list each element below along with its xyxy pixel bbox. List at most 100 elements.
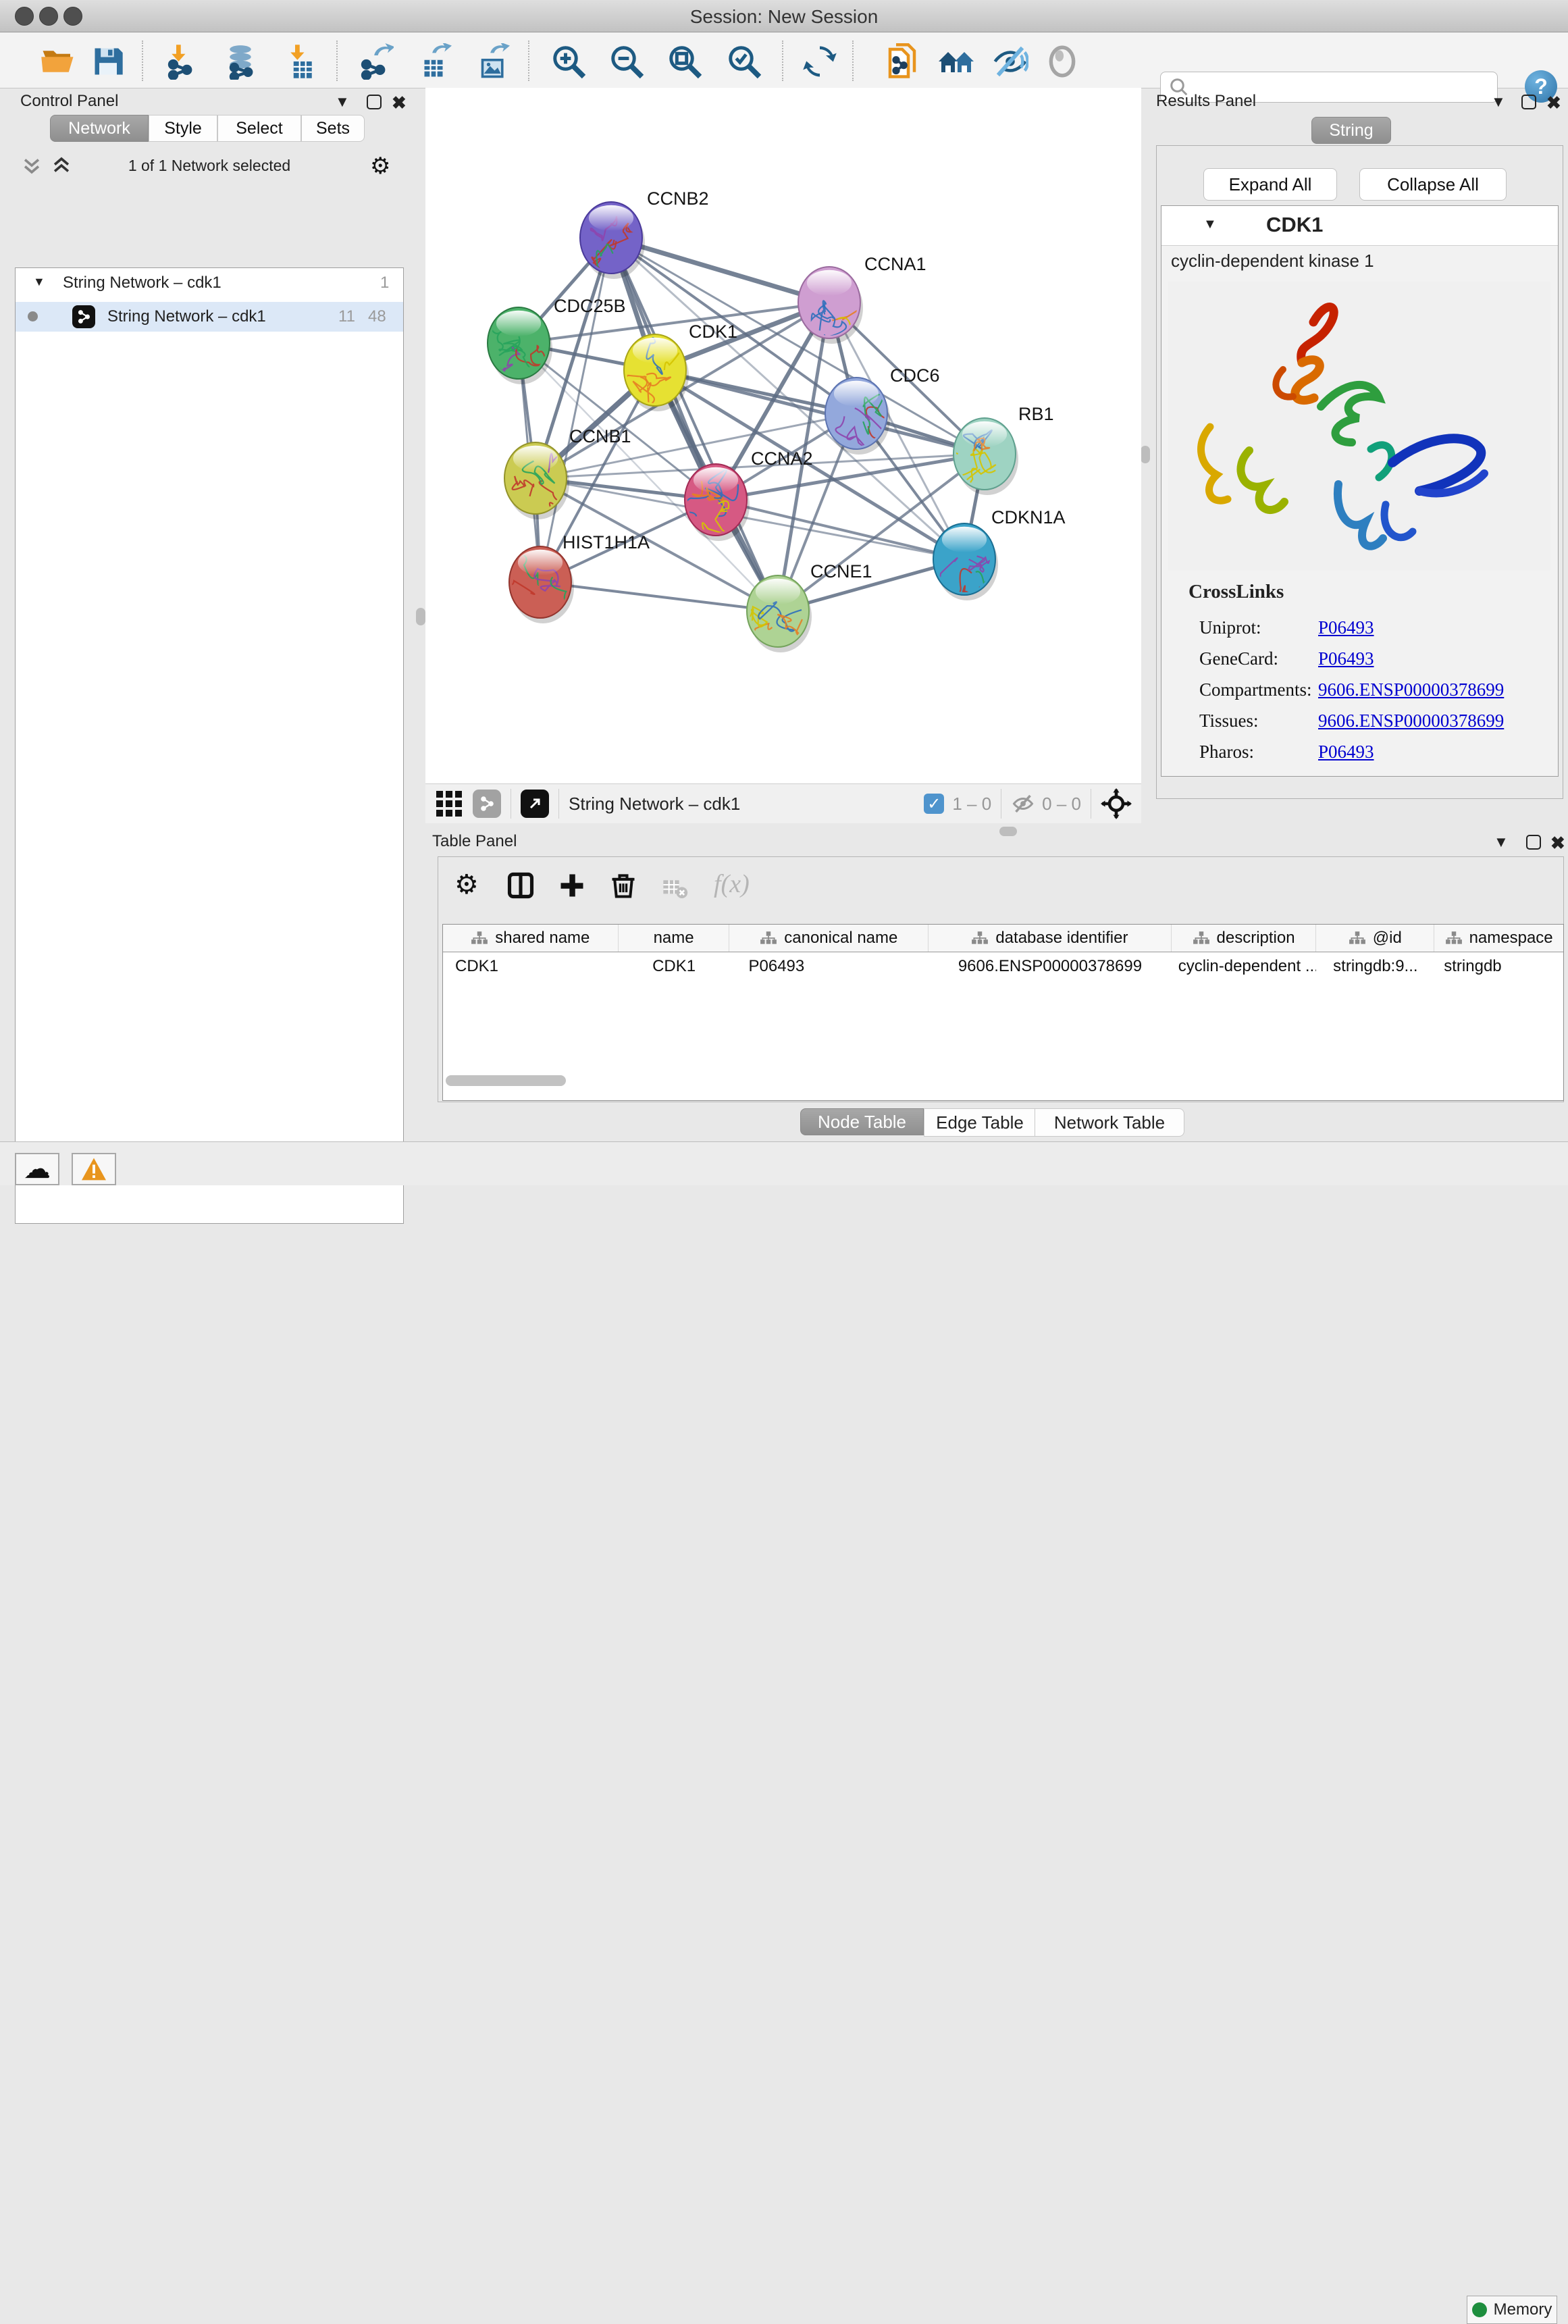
crosslinks-values: P06493 P06493 9606.ENSP00000378699 9606.… [1318,612,1504,767]
tab-network[interactable]: Network [50,115,149,142]
fit-selected-crosshair-icon[interactable] [1101,788,1132,819]
current-network-name: String Network – cdk1 [569,794,740,815]
zoom-fit-button[interactable] [666,43,704,80]
export-network-button[interactable] [357,43,394,80]
results-panel-float-icon[interactable] [1521,95,1536,109]
network-tree-root-row[interactable]: ▼ String Network – cdk1 1 [16,272,403,296]
selected-items-checkbox[interactable]: ✓ [924,794,944,814]
protein-header-row[interactable]: ▼ CDK1 [1161,206,1558,246]
tab-sets[interactable]: Sets [301,115,365,142]
import-network-from-database-button[interactable] [221,43,259,80]
pharos-link[interactable]: P06493 [1318,742,1374,762]
protein-description: cyclin-dependent kinase 1 [1171,251,1374,272]
node-label-HIST1H1A: HIST1H1A [563,532,650,552]
column-header-namespace[interactable]: namespace [1434,925,1563,952]
network-overview-icon[interactable] [473,790,501,818]
table-panel-float-icon[interactable] [1526,835,1541,850]
tab-network-table[interactable]: Network Table [1035,1108,1184,1137]
collapse-all-button[interactable]: Collapse All [1359,168,1507,201]
table-panel-title: Table Panel [432,832,517,851]
cloud-status-button[interactable]: ☁ [15,1153,59,1185]
memory-button[interactable]: Memory [1467,2296,1557,2324]
crosslinks-header: CrossLinks [1188,581,1558,603]
genecard-link[interactable]: P06493 [1318,648,1374,669]
column-header-description[interactable]: description [1172,925,1317,952]
network-node-CCNA2[interactable] [681,464,750,541]
node-table: shared name name canonical name database… [442,924,1564,1101]
network-node-CCNB2[interactable] [580,202,645,301]
network-label: String Network – cdk1 [107,307,266,326]
network-node-CCNA1[interactable] [798,267,888,355]
delete-column-trash-icon[interactable] [608,871,638,904]
save-session-button[interactable] [89,43,127,80]
delete-table-icon-disabled [661,875,688,905]
network-status-dot [28,311,38,321]
table-row[interactable]: CDK1 CDK1 P06493 9606.ENSP00000378699 cy… [443,952,1563,981]
column-header-database-identifier[interactable]: database identifier [929,925,1172,952]
compartments-link[interactable]: 9606.ENSP00000378699 [1318,679,1504,700]
left-splitter-handle[interactable] [416,608,425,625]
table-horizontal-scrollbar[interactable] [446,1075,566,1086]
tab-edge-table[interactable]: Edge Table [924,1108,1036,1137]
tissues-link[interactable]: 9606.ENSP00000378699 [1318,711,1504,731]
divider [558,789,559,819]
tab-style[interactable]: Style [149,115,217,142]
share-document-button[interactable] [883,43,921,80]
hide-unhide-icon[interactable] [991,43,1029,80]
home-networks-icon[interactable] [937,43,975,80]
network-edge-CCNB2-HIST1H1A[interactable] [540,238,611,582]
warnings-button[interactable] [72,1153,116,1185]
network-node-CDKN1A[interactable] [922,523,1007,618]
results-panel-close-icon[interactable]: ✖ [1546,94,1561,111]
memory-status-dot [1472,2302,1487,2317]
column-header-canonical-name[interactable]: canonical name [729,925,929,952]
control-panel-close-icon[interactable]: ✖ [392,94,407,111]
control-panel-float-icon[interactable] [367,95,382,109]
import-table-button[interactable] [282,43,320,80]
window-title: Session: New Session [0,6,1568,28]
collapse-triangle-icon[interactable]: ▼ [1203,217,1217,232]
network-node-CDC6[interactable] [825,378,907,455]
network-view-toolbar: String Network – cdk1 ✓ 1 – 0 0 – 0 [425,783,1141,823]
network-node-CCNE1[interactable] [727,575,812,652]
zoom-selected-button[interactable] [725,43,763,80]
tab-string[interactable]: String [1311,117,1391,144]
export-table-button[interactable] [415,43,452,80]
network-tree-row-selected[interactable]: String Network – cdk1 11 48 [16,302,403,332]
column-header-name[interactable]: name [619,925,730,952]
zoom-out-button[interactable] [608,43,646,80]
network-options-gear-icon[interactable]: ⚙ [370,153,390,180]
control-panel-menu-icon[interactable]: ▼ [335,95,350,109]
network-tree: ▼ String Network – cdk1 1 String Network… [15,267,404,1224]
network-canvas[interactable]: CCNB2CCNA1CDC25BCDK1CDC6RB1CCNB1CCNA2HIS… [425,88,1141,783]
network-edge-CCNB2-CCNE1[interactable] [611,238,778,611]
add-column-icon[interactable] [557,871,587,904]
window-title-bar: Session: New Session [0,0,1568,32]
tab-select[interactable]: Select [217,115,301,142]
results-panel-menu-icon[interactable]: ▼ [1491,95,1506,109]
toolbar-divider [782,41,783,81]
apply-layout-button[interactable] [801,43,839,80]
table-panel-close-icon[interactable]: ✖ [1550,834,1565,852]
crosslinks-section: CrossLinks Uniprot: GeneCard: Compartmen… [1161,574,1558,613]
open-in-new-window-icon[interactable] [521,790,549,818]
table-panel-menu-icon[interactable]: ▼ [1494,835,1509,850]
zoom-in-button[interactable] [550,43,587,80]
edge-count: 48 [368,307,386,326]
uniprot-link[interactable]: P06493 [1318,617,1374,638]
column-header-id[interactable]: @id [1316,925,1434,952]
control-panel: Control Panel ▼ ✖ Network Style Select S… [0,88,422,1141]
table-settings-gear-icon[interactable]: ⚙ [454,869,479,900]
network-node-CDC25B[interactable] [488,307,553,384]
import-network-button[interactable] [163,43,201,80]
show-columns-icon[interactable] [506,871,535,904]
eye-disabled-icon [1043,43,1081,80]
expand-all-button[interactable]: Expand All [1203,168,1337,201]
birds-eye-grid-icon[interactable] [436,791,462,817]
column-header-shared-name[interactable]: shared name [443,925,619,952]
tab-node-table[interactable]: Node Table [800,1108,924,1135]
network-edge-HIST1H1A-CCNE1[interactable] [540,582,778,611]
open-session-button[interactable] [39,43,77,80]
export-image-button[interactable] [473,43,511,80]
tree-expander-icon[interactable]: ▼ [33,275,45,289]
